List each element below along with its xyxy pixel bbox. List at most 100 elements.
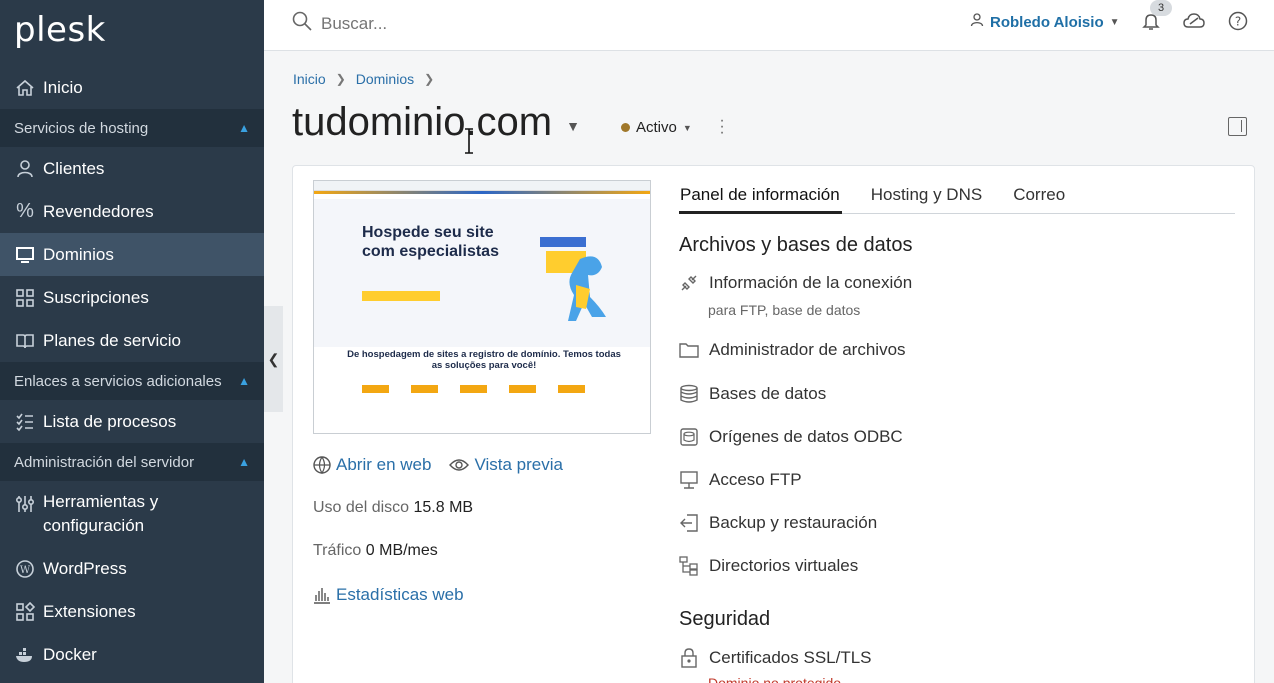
more-actions-button[interactable]: · · · (717, 113, 727, 141)
plesk-logo[interactable]: plesk (0, 0, 264, 66)
connection-info-sub: para FTP, base de datos (708, 302, 861, 318)
chevron-up-icon: ▲ (238, 121, 250, 135)
ftp-link[interactable]: Acceso FTP (679, 470, 802, 490)
chevron-up-icon: ▲ (238, 374, 250, 388)
backup-label: Backup y restauración (709, 513, 878, 532)
sidebar-item-label: Docker (43, 644, 97, 664)
grid-icon (14, 287, 36, 309)
databases-link[interactable]: Bases de datos (679, 384, 826, 404)
virtual-dirs-label: Directorios virtuales (709, 556, 859, 575)
sidebar-item-label: Dominios (43, 244, 114, 264)
virtual-dirs-link[interactable]: Directorios virtuales (679, 556, 858, 576)
chevron-down-icon[interactable]: ▼ (566, 118, 580, 134)
help-button[interactable]: ? (1227, 11, 1249, 36)
sidebar: plesk Inicio Servicios de hosting ▲ Clie… (0, 0, 264, 683)
preview-topbar (314, 181, 650, 191)
search-bar[interactable] (292, 11, 621, 36)
open-web-link[interactable]: Abrir en web (336, 455, 431, 475)
checklist-icon (14, 411, 36, 433)
extensions-icon (14, 601, 36, 623)
sitemap-icon (679, 556, 699, 576)
sidebar-item-revendedores[interactable]: % Revendedores (0, 190, 264, 233)
traffic-label: Tráfico (313, 542, 362, 559)
breadcrumb-home[interactable]: Inicio (293, 71, 326, 87)
section-label: Administración del servidor (14, 453, 195, 471)
site-preview-thumbnail[interactable]: Hospede seu site com especialistas De ho… (313, 180, 651, 434)
cloud-icon (1183, 11, 1205, 36)
sidebar-item-docker[interactable]: Docker (0, 633, 264, 676)
preview-link[interactable]: Vista previa (474, 455, 563, 475)
help-icon: ? (1228, 11, 1248, 36)
sidebar-item-procesos[interactable]: Lista de procesos (0, 400, 264, 443)
mascot-image (540, 237, 606, 321)
section-label: Enlaces a servicios adicionales (14, 372, 222, 390)
sidebar-item-label: Suscripciones (43, 287, 149, 307)
folder-icon (679, 340, 699, 360)
database-icon (679, 384, 699, 404)
sidebar-collapse-button[interactable]: ❮ (264, 306, 283, 412)
certificate-icon (679, 648, 699, 668)
backup-icon (679, 513, 699, 533)
breadcrumb-domains[interactable]: Dominios (356, 71, 414, 87)
sidebar-item-clientes[interactable]: Clientes (0, 147, 264, 190)
odbc-icon (679, 427, 699, 447)
sidebar-item-label: WordPress (43, 558, 127, 578)
sidebar-item-herramientas[interactable]: Herramientas y configuración (0, 481, 264, 547)
ssl-warning: Dominio no protegido (708, 675, 842, 683)
wordpress-icon: W (14, 558, 36, 580)
preview-headline: Hospede seu site com especialistas (362, 224, 499, 260)
tab-hosting-dns[interactable]: Hosting y DNS (870, 183, 984, 214)
monitor-icon (14, 244, 36, 266)
docker-icon (14, 644, 36, 666)
cloud-button[interactable] (1183, 12, 1205, 34)
sidebar-item-extensiones[interactable]: Extensiones (0, 590, 264, 633)
ssl-label: Certificados SSL/TLS (709, 648, 872, 667)
tab-dashboard[interactable]: Panel de información (679, 183, 842, 214)
databases-label: Bases de datos (709, 384, 827, 403)
ssl-link[interactable]: Certificados SSL/TLS (679, 648, 872, 668)
breadcrumb: Inicio ❯ Dominios ❯ (293, 71, 444, 87)
disk-usage: Uso del disco 15.8 MB (313, 499, 473, 517)
sidebar-item-suscripciones[interactable]: Suscripciones (0, 276, 264, 319)
sidebar-item-label: Lista de procesos (43, 411, 177, 431)
search-input[interactable] (321, 13, 621, 34)
chevron-down-icon: ▼ (682, 122, 692, 133)
ftp-icon (679, 470, 699, 490)
traffic-value: 0 MB/mes (365, 542, 438, 559)
chevron-down-icon: ▼ (1109, 16, 1120, 28)
web-stats-link[interactable]: Estadísticas web (336, 585, 464, 605)
sidebar-item-inicio[interactable]: Inicio (0, 66, 264, 109)
user-icon (14, 158, 36, 180)
connection-info-link[interactable]: Información de la conexión (679, 273, 912, 293)
sidebar-item-planes[interactable]: Planes de servicio (0, 319, 264, 362)
preview-cta (362, 291, 440, 301)
sidebar-item-dominios[interactable]: Dominios (0, 233, 264, 276)
security-section-title: Seguridad (679, 608, 771, 630)
site-links: Abrir en web Vista previa (313, 455, 563, 475)
section-hosting-services[interactable]: Servicios de hosting ▲ (0, 109, 264, 147)
file-manager-link[interactable]: Administrador de archivos (679, 340, 906, 360)
notifications-button[interactable]: 3 (1140, 0, 1172, 34)
sliders-icon (14, 493, 36, 515)
side-panel-toggle-icon[interactable] (1228, 117, 1247, 136)
page-title: tudominio.com (292, 100, 553, 144)
section-server-admin[interactable]: Administración del servidor ▲ (0, 443, 264, 481)
status-dot (621, 123, 630, 132)
user-menu[interactable]: Robledo Aloisio ▼ (970, 13, 1120, 31)
preview-strip (314, 191, 650, 194)
notification-badge: 3 (1150, 0, 1172, 16)
sidebar-item-label: Inicio (43, 77, 83, 97)
backup-link[interactable]: Backup y restauración (679, 513, 877, 533)
chevron-right-icon: ❯ (335, 72, 346, 86)
sidebar-item-label: Extensiones (43, 601, 136, 621)
odbc-link[interactable]: Orígenes de datos ODBC (679, 427, 903, 447)
text-cursor-icon (465, 128, 473, 154)
eye-icon (449, 458, 470, 472)
user-icon (970, 13, 984, 31)
file-manager-label: Administrador de archivos (709, 340, 906, 359)
sidebar-item-label: Planes de servicio (43, 330, 181, 350)
section-additional-services[interactable]: Enlaces a servicios adicionales ▲ (0, 362, 264, 400)
sidebar-item-wordpress[interactable]: W WordPress (0, 547, 264, 590)
status-dropdown[interactable]: Activo ▼ (621, 119, 692, 136)
tab-mail[interactable]: Correo (1012, 183, 1067, 214)
